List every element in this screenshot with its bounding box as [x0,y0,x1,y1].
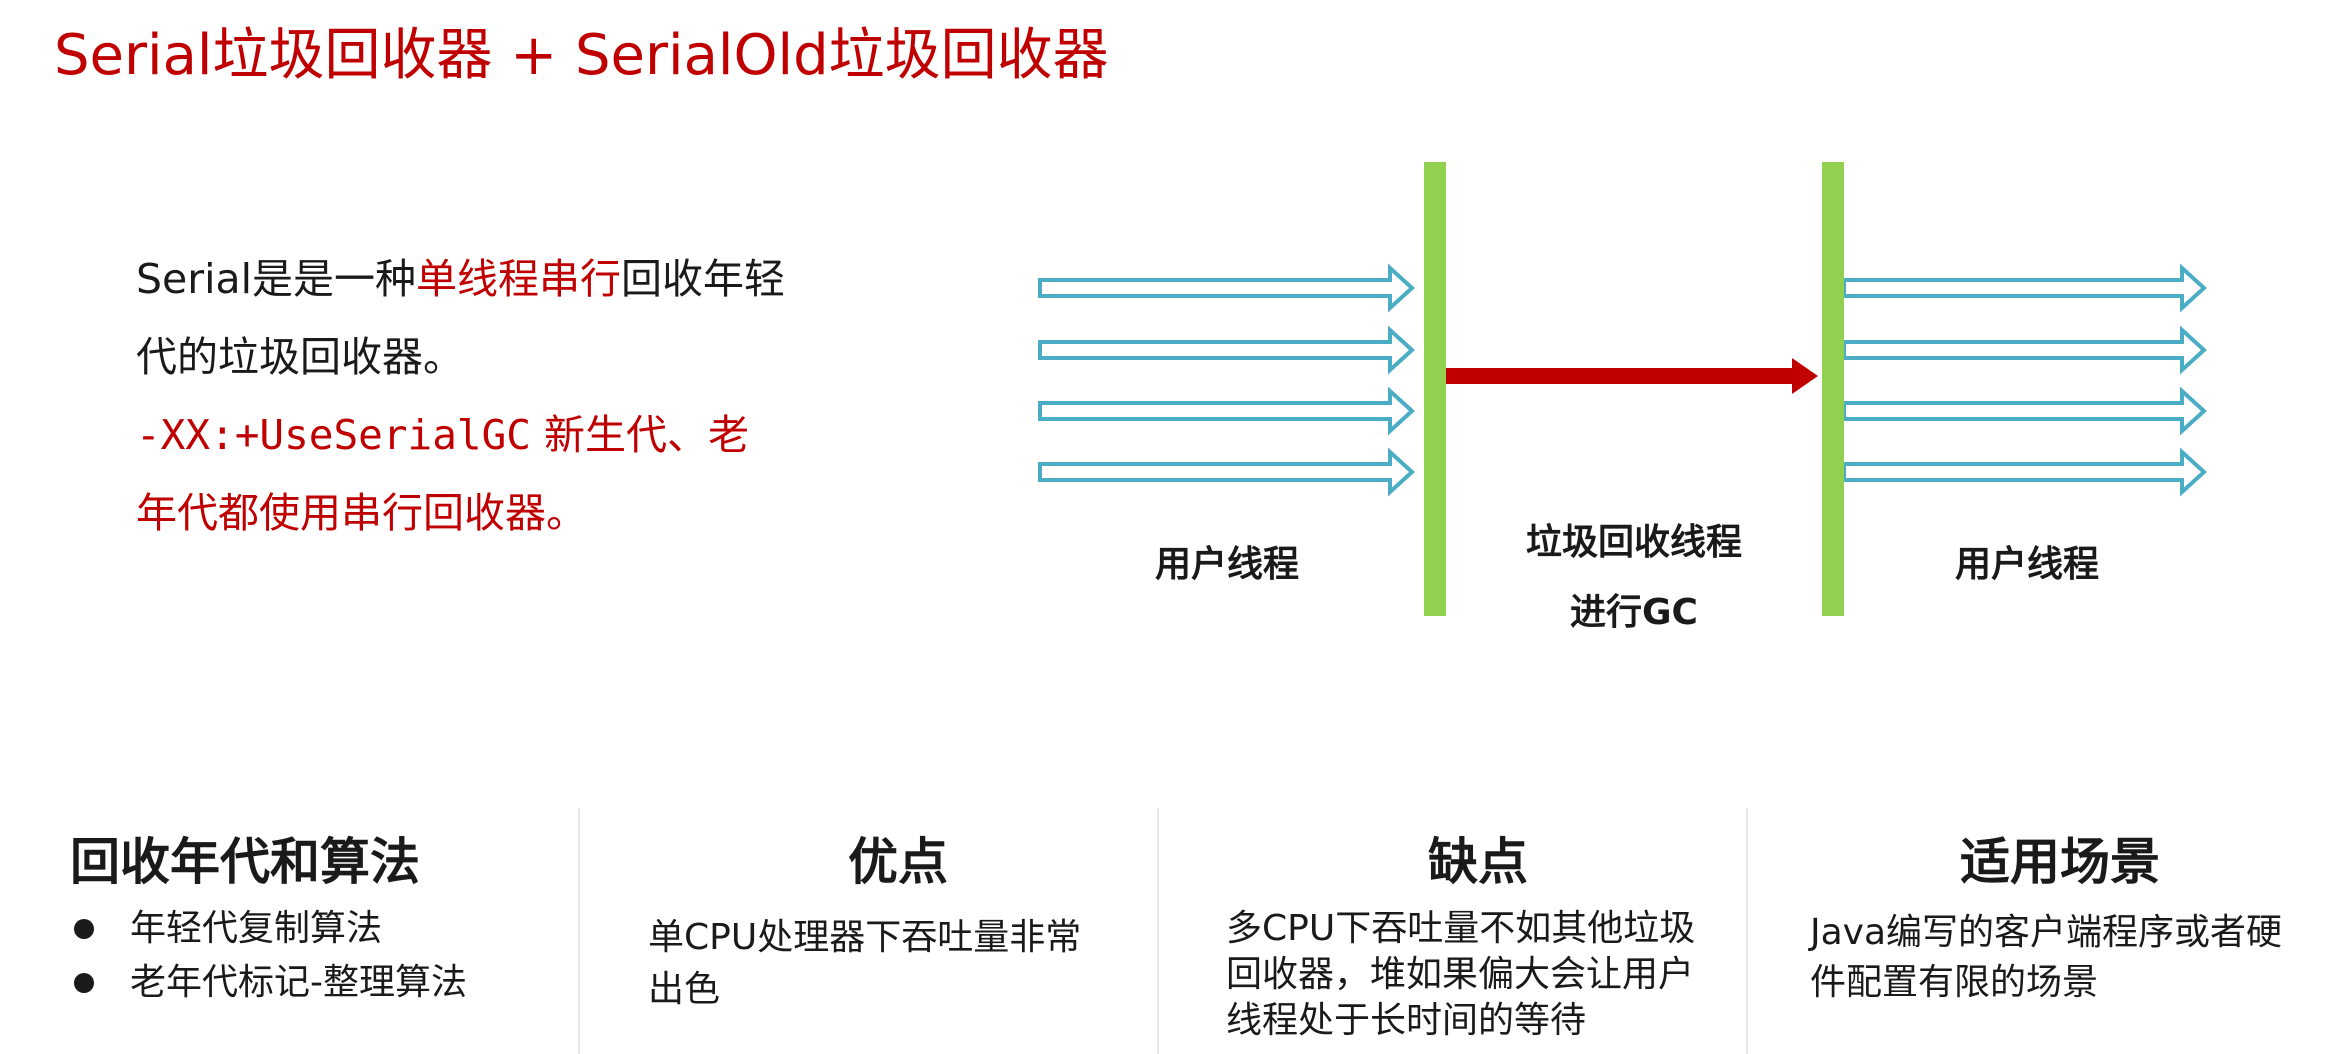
list-item-text: 老年代标记-整理算法 [130,962,467,1003]
list-item: 老年代标记-整理算法 [70,956,467,1010]
algorithm-title: 回收年代和算法 [70,833,420,891]
list-item: 年轻代复制算法 [70,902,467,956]
user-thread-arrow [1842,447,2207,497]
pros-title: 优点 [848,833,948,891]
pros-text: 单CPU处理器下吞吐量非常出色 [648,917,1082,1010]
user-thread-arrows-right [1842,263,2207,497]
bullet-icon [74,973,94,993]
user-thread-arrow [1842,386,2207,436]
column-divider [1157,808,1159,1054]
user-thread-arrow [1038,325,1415,375]
column-divider [578,808,580,1054]
user-thread-arrow [1842,325,2207,375]
user-thread-arrows-left [1038,263,1415,497]
scenarios-text: Java编写的客户端程序或者硬件配置有限的场景 [1810,912,2283,1003]
stop-the-world-start-bar [1424,162,1446,616]
cons-title: 缺点 [1428,833,1528,891]
user-thread-arrow [1038,386,1415,436]
gc-thread-label: 垃圾回收线程 [1526,522,1742,563]
user-thread-arrow [1038,447,1415,497]
algorithm-list: 年轻代复制算法 老年代标记-整理算法 [70,902,467,1010]
list-item-text: 年轻代复制算法 [130,908,383,949]
gc-thread-arrow [1446,358,1818,394]
stop-the-world-end-bar [1822,162,1844,616]
gc-thread-diagram: 用户线程 垃圾回收线程 进行GC 用户线程 [1038,162,2207,633]
bullet-icon [74,919,94,939]
scenarios-title: 适用场景 [1960,833,2160,891]
cons-text: 多CPU下吞吐量不如其他垃圾回收器，堆如果偏大会让用户线程处于长时间的等待 [1226,908,1696,1041]
gc-run-label: 进行GC [1570,592,1698,633]
column-divider [1746,808,1748,1054]
user-thread-arrow [1842,263,2207,313]
right-user-thread-label: 用户线程 [1955,544,2099,585]
user-thread-arrow [1038,263,1415,313]
left-user-thread-label: 用户线程 [1155,544,1299,585]
